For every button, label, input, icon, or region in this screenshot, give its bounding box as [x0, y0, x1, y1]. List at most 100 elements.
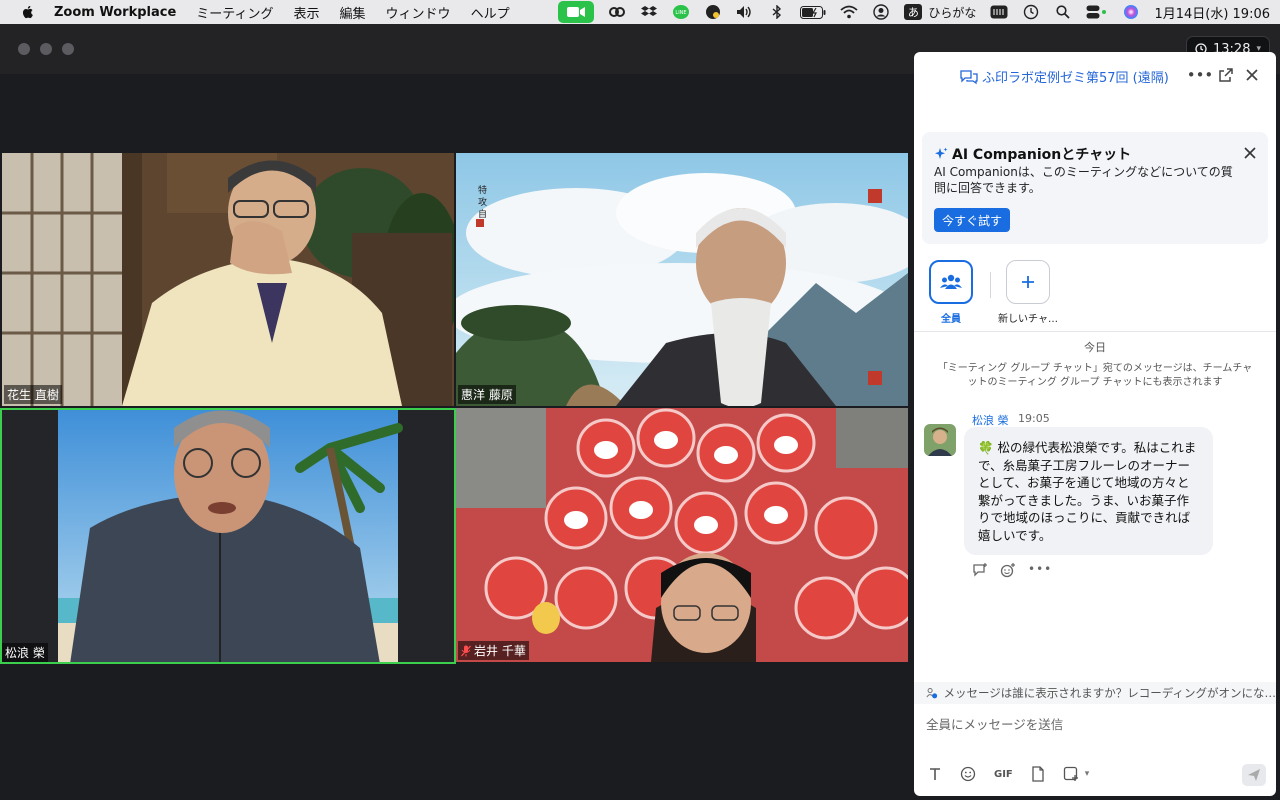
menu-view[interactable]: 表示 [294, 3, 320, 22]
menu-edit[interactable]: 編集 [340, 3, 366, 22]
file-attach-icon[interactable] [1031, 766, 1045, 782]
message-bubble[interactable]: 🍀 松の緑代表松浪榮です。私はこれまで、糸島菓子工房フルーレのオーナーとして、お… [964, 427, 1213, 555]
close-window-button[interactable] [18, 43, 30, 55]
apple-icon[interactable] [20, 4, 36, 20]
calculator-widget-icon[interactable] [990, 4, 1008, 20]
menu-bar: Zoom Workplace ミーティング 表示 編集 ウィンドウ ヘルプ LI… [0, 0, 1280, 24]
app-name-menu[interactable]: Zoom Workplace [54, 5, 176, 20]
message-sender[interactable]: 松浪 榮 [972, 412, 1009, 428]
menu-meeting[interactable]: ミーティング [196, 3, 273, 22]
ai-companion-description: AI Companionは、このミーティングなどについての質問に回答できます。 [934, 165, 1233, 195]
participant-name-tag: 惠洋 藤原 [458, 385, 516, 404]
reply-icon[interactable] [972, 562, 988, 578]
screenshot-icon [1063, 766, 1078, 781]
people-info-icon [926, 687, 938, 699]
message-input[interactable] [926, 714, 1264, 734]
svg-text:自: 自 [478, 208, 487, 220]
more-actions-icon[interactable]: ••• [1028, 562, 1052, 578]
screenshot-button[interactable]: ▾ [1063, 766, 1090, 782]
more-options-icon[interactable]: ••• [1187, 65, 1214, 85]
menu-bar-clock[interactable]: 1月14日(水) 19:06 [1154, 3, 1270, 22]
recipient-everyone[interactable]: 全員 [921, 260, 981, 325]
add-reaction-icon[interactable] [1000, 562, 1016, 578]
message-timestamp: 19:05 [1018, 412, 1050, 425]
time-machine-icon[interactable] [1022, 4, 1040, 20]
close-chat-icon[interactable] [1242, 65, 1262, 85]
gif-button[interactable]: GIF [994, 769, 1013, 780]
text-format-icon[interactable] [928, 767, 942, 781]
participant-name-tag: 岩井 千華 [458, 641, 529, 660]
svg-text:特: 特 [478, 184, 487, 196]
video-tile-participant-4[interactable]: 岩井 千華 [456, 408, 908, 662]
participant-video-feed [0, 408, 456, 664]
emoji-icon[interactable] [960, 766, 976, 782]
svg-text:攻: 攻 [478, 196, 487, 208]
chevron-down-icon: ▾ [1084, 769, 1090, 779]
new-chat-label: 新しいチャ… [998, 314, 1058, 325]
video-tile-participant-1[interactable]: 花生 直樹 [2, 153, 454, 406]
participant-name: 惠洋 藤原 [461, 388, 513, 402]
chat-panel: ふ印ラボ定例ゼミ第57回 (遠隔) ••• AI Companionとチャット … [914, 52, 1276, 796]
ai-companion-title: AI Companionとチャット [934, 144, 1131, 164]
wps-icon[interactable] [608, 4, 626, 20]
participant-name: 花生 直樹 [7, 388, 59, 402]
chat-header: ふ印ラボ定例ゼミ第57回 (遠隔) ••• [914, 52, 1276, 100]
user-account-icon[interactable] [872, 4, 890, 20]
ime-char: あ [904, 4, 923, 20]
visibility-notice-text: メッセージは誰に表示されますか？レコーディングがオンにな… [943, 686, 1276, 700]
ai-companion-title-text: AI Companionとチャット [952, 147, 1132, 163]
participant-name-tag: 花生 直樹 [4, 385, 62, 404]
chat-title[interactable]: ふ印ラボ定例ゼミ第57回 (遠隔) [960, 67, 1169, 86]
group-icon [929, 260, 973, 304]
minimize-window-button[interactable] [40, 43, 52, 55]
menu-window[interactable]: ウィンドウ [386, 3, 451, 22]
notification-app-icon[interactable] [704, 4, 722, 20]
siri-icon[interactable] [1122, 4, 1140, 20]
close-ai-card-icon[interactable] [1244, 144, 1256, 163]
send-button[interactable] [1242, 764, 1266, 786]
dropbox-icon[interactable] [640, 4, 658, 20]
participant-name: 松浪 榮 [5, 646, 45, 660]
line-icon[interactable]: LINE [672, 4, 690, 20]
svg-text:LINE: LINE [676, 10, 687, 16]
volume-icon[interactable] [736, 4, 754, 20]
zoom-window-button[interactable] [62, 43, 74, 55]
divider [914, 331, 1276, 332]
zoom-meeting-status-icon[interactable] [558, 1, 595, 23]
chat-bubbles-icon [960, 69, 978, 84]
menu-bar-status-area: LINE あ ひらがな 1月14日(水) 19:06 [558, 0, 1270, 24]
input-method-indicator[interactable]: あ ひらがな [904, 4, 976, 21]
ai-companion-card: AI Companionとチャット AI Companionは、このミーティング… [922, 132, 1268, 244]
participant-video-feed [456, 408, 908, 662]
send-icon [1248, 769, 1260, 781]
video-tile-participant-2[interactable]: 特攻自 惠洋 藤原 [456, 153, 908, 406]
visibility-notice[interactable]: メッセージは誰に表示されますか？レコーディングがオンにな… [914, 682, 1276, 704]
battery-icon[interactable] [800, 4, 826, 20]
bluetooth-icon[interactable] [768, 4, 786, 20]
participant-video-feed: 特攻自 [456, 153, 908, 406]
try-now-button[interactable]: 今すぐ試す [934, 208, 1011, 232]
recipient-selector: 全員 新しいチャ… [914, 260, 1276, 330]
video-tile-active-speaker[interactable]: 松浪 榮 [0, 408, 456, 664]
recipient-everyone-label: 全員 [941, 314, 961, 325]
compose-toolbar: GIF ▾ [928, 766, 1089, 782]
date-separator: 今日 [1084, 341, 1106, 354]
recipient-divider [990, 272, 991, 298]
participant-name: 岩井 千華 [474, 644, 526, 658]
message-actions: ••• [972, 562, 1052, 578]
new-chat-button[interactable]: 新しいチャ… [998, 260, 1058, 325]
sparkle-icon [935, 147, 948, 159]
plus-icon [1006, 260, 1050, 304]
mic-muted-icon [461, 645, 471, 656]
avatar[interactable] [924, 424, 956, 456]
participant-video-feed [2, 153, 454, 406]
pop-out-icon[interactable] [1216, 65, 1236, 85]
control-center-icon[interactable] [1086, 4, 1108, 20]
spotlight-search-icon[interactable] [1054, 4, 1072, 20]
menu-help[interactable]: ヘルプ [471, 3, 510, 22]
wifi-icon[interactable] [840, 4, 859, 20]
chat-title-text: ふ印ラボ定例ゼミ第57回 (遠隔) [982, 71, 1169, 86]
system-notice: 「ミーティング グループ チャット」宛てのメッセージは、チームチャットのミーティ… [937, 363, 1253, 388]
participant-name-tag: 松浪 榮 [2, 643, 48, 662]
ime-label: ひらがな [928, 5, 977, 20]
